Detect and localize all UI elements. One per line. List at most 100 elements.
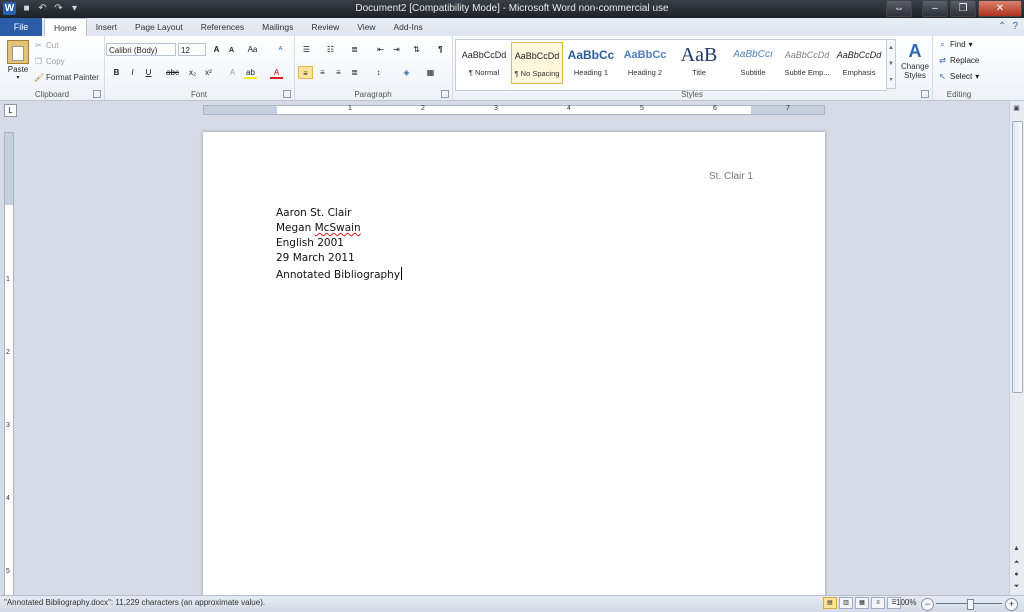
scroll-up-icon[interactable]: ▲	[887, 40, 895, 56]
text-effects-button[interactable]: A	[226, 66, 239, 79]
clear-formatting-button[interactable]: ᴬ	[274, 43, 287, 56]
previous-page-icon[interactable]: ⏶	[1011, 557, 1022, 568]
justify-icon[interactable]: ≣	[348, 66, 361, 79]
strikethrough-button[interactable]: abc	[166, 66, 179, 79]
restore-layout-icon[interactable]: ⇔	[886, 0, 912, 17]
ruler-toggle-icon[interactable]: ▣	[1011, 103, 1022, 114]
highlight-button[interactable]: ab	[244, 66, 257, 79]
copy-button[interactable]: ❐ Copy	[34, 57, 65, 66]
scroll-down-icon[interactable]: ▼	[887, 56, 895, 72]
show-formatting-marks-icon[interactable]: ¶	[434, 43, 447, 56]
vertical-scrollbar[interactable]: ▣ ▲ ⏶ ● ⏷	[1009, 101, 1024, 595]
tab-view[interactable]: View	[348, 18, 384, 36]
browse-object-icon[interactable]: ●	[1011, 569, 1022, 580]
shrink-font-button[interactable]: A	[225, 44, 238, 57]
increase-indent-icon[interactable]: ⇥	[390, 43, 403, 56]
tab-review[interactable]: Review	[302, 18, 348, 36]
style-title[interactable]: AaB Title	[673, 42, 725, 84]
cut-button[interactable]: ✂ Cut	[34, 41, 58, 50]
find-button[interactable]: ⌕ Find ▾	[938, 40, 973, 49]
style-heading-2[interactable]: AaBbCc Heading 2	[619, 42, 671, 84]
paste-button[interactable]: Paste ▾	[4, 40, 32, 81]
tab-file[interactable]: File	[0, 18, 42, 36]
scrollbar-thumb[interactable]	[1012, 121, 1023, 393]
tab-references[interactable]: References	[192, 18, 253, 36]
find-dropdown-icon[interactable]: ▾	[969, 40, 973, 49]
top-margin-region	[5, 133, 13, 205]
bold-button[interactable]: B	[110, 66, 123, 79]
document-line[interactable]: Aaron St. Clair	[276, 207, 352, 219]
style-no-spacing[interactable]: AaBbCcDd ¶ No Spacing	[511, 42, 563, 84]
style-gallery-scroll[interactable]: ▲ ▼ ▾	[886, 39, 896, 89]
tab-page-layout[interactable]: Page Layout	[126, 18, 192, 36]
format-painter-button[interactable]: 🖌 Format Painter	[34, 73, 99, 82]
font-launcher-icon[interactable]	[283, 90, 291, 98]
font-name-combo[interactable]: Calibri (Body)	[106, 43, 176, 56]
font-size-combo[interactable]: 12	[178, 43, 206, 56]
select-dropdown-icon[interactable]: ▾	[975, 72, 979, 81]
decrease-indent-icon[interactable]: ⇤	[374, 43, 387, 56]
zoom-out-icon[interactable]: −	[921, 598, 934, 611]
tab-selector-icon[interactable]: L	[4, 104, 17, 117]
ruler-number: 1	[6, 276, 10, 283]
minimize-ribbon-icon[interactable]: ⌃	[998, 21, 1006, 32]
shading-icon[interactable]: ◈	[400, 66, 413, 79]
tab-add-ins[interactable]: Add-Ins	[385, 18, 432, 36]
line-spacing-icon[interactable]: ↕	[372, 66, 385, 79]
vertical-ruler[interactable]: 1 2 3 4 5	[4, 132, 14, 595]
document-line-current[interactable]: Annotated Bibliography	[276, 267, 403, 281]
minimize-button[interactable]: –	[922, 0, 948, 17]
subscript-button[interactable]: x₂	[186, 66, 199, 79]
italic-button[interactable]: I	[126, 66, 139, 79]
web-layout-icon[interactable]: ▦	[855, 597, 869, 609]
scroll-up-icon[interactable]: ▲	[1011, 543, 1022, 554]
style-emphasis[interactable]: AaBbCcDd Emphasis	[833, 42, 885, 84]
sort-icon[interactable]: ⇅	[410, 43, 423, 56]
font-group: Calibri (Body) 12 A A Aa ᴬ B I U abc x₂ …	[104, 36, 295, 100]
document-line[interactable]: Megan McSwain	[276, 222, 361, 234]
more-icon[interactable]: ▾	[887, 72, 895, 88]
tab-mailings[interactable]: Mailings	[253, 18, 302, 36]
horizontal-ruler[interactable]: 1 2 3 4 5 6 7	[203, 105, 825, 115]
print-layout-icon[interactable]: ▤	[823, 597, 837, 609]
next-page-icon[interactable]: ⏷	[1011, 581, 1022, 592]
superscript-button[interactable]: x²	[202, 66, 215, 79]
align-center-icon[interactable]: ≡	[316, 66, 329, 79]
align-right-icon[interactable]: ≡	[332, 66, 345, 79]
help-icon[interactable]: ?	[1012, 21, 1018, 32]
change-case-button[interactable]: Aa	[246, 43, 259, 56]
zoom-level[interactable]: 100%	[896, 598, 916, 607]
tab-insert[interactable]: Insert	[87, 18, 126, 36]
paragraph-launcher-icon[interactable]	[441, 90, 449, 98]
styles-launcher-icon[interactable]	[921, 90, 929, 98]
style-subtitle[interactable]: AaBbCcı Subtitle	[727, 42, 779, 84]
full-screen-reading-icon[interactable]: ▥	[839, 597, 853, 609]
style-normal[interactable]: AaBbCcDd ¶ Normal	[458, 42, 510, 84]
bullets-icon[interactable]: ☰	[300, 43, 313, 56]
numbering-icon[interactable]: ☷	[324, 43, 337, 56]
outline-icon[interactable]: ≡	[871, 597, 885, 609]
document-line[interactable]: 29 March 2011	[276, 252, 355, 264]
select-button[interactable]: ↖ Select ▾	[938, 72, 979, 81]
zoom-slider-thumb[interactable]	[967, 599, 974, 610]
document-line[interactable]: English 2001	[276, 237, 344, 249]
clipboard-launcher-icon[interactable]	[93, 90, 101, 98]
tab-home[interactable]: Home	[44, 18, 87, 37]
page-header[interactable]: St. Clair 1	[709, 171, 753, 182]
maximize-button[interactable]: ❐	[950, 0, 976, 17]
underline-button[interactable]: U	[142, 66, 155, 79]
borders-icon[interactable]: ▦	[424, 66, 437, 79]
close-button[interactable]: ✕	[978, 0, 1022, 17]
multilevel-list-icon[interactable]: ≣	[348, 43, 361, 56]
style-heading-1[interactable]: AaBbCc Heading 1	[565, 42, 617, 84]
align-left-icon[interactable]: ≡	[298, 66, 313, 79]
zoom-in-icon[interactable]: +	[1005, 598, 1018, 611]
grow-font-button[interactable]: A	[210, 43, 223, 56]
misspelled-word[interactable]: McSwain	[315, 222, 361, 234]
paste-dropdown-icon[interactable]: ▾	[4, 74, 32, 81]
font-color-button[interactable]: A	[270, 66, 283, 79]
change-styles-button[interactable]: A Change Styles	[898, 40, 932, 80]
document-page[interactable]: St. Clair 1 Aaron St. Clair Megan McSwai…	[203, 132, 825, 595]
style-subtle-emphasis[interactable]: AaBbCcDd Subtle Emp...	[781, 42, 833, 84]
replace-button[interactable]: ⇄ Replace	[938, 56, 979, 65]
